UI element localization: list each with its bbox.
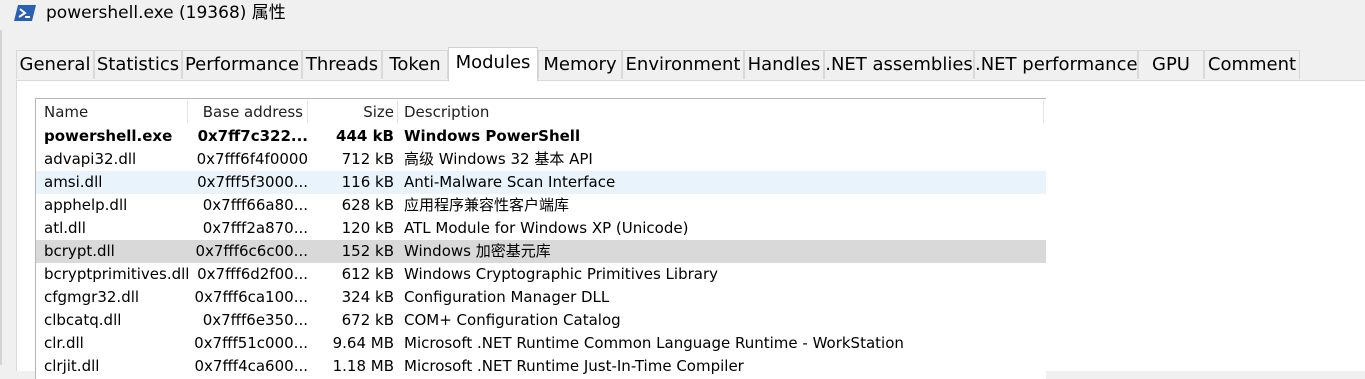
tab-strip: General Statistics Performance Threads T…	[16, 47, 1365, 81]
module-row-clbcatq-dll[interactable]: clbcatq.dll 0x7fff6e350... 672 kB COM+ C…	[36, 309, 1046, 332]
module-name: bcryptprimitives.dll	[44, 265, 190, 283]
module-row-amsi-dll[interactable]: amsi.dll 0x7fff5f3000... 116 kB Anti-Mal…	[36, 171, 1046, 194]
module-size: 1.18 MB	[332, 357, 394, 375]
tab-statistics[interactable]: Statistics	[94, 50, 182, 79]
module-base-address: 0x7fff6ca100...	[194, 288, 309, 306]
module-row-bcrypt-dll[interactable]: bcrypt.dll 0x7fff6c6c00... 152 kB Window…	[36, 240, 1046, 263]
module-description: 高级 Windows 32 基本 API	[404, 150, 593, 168]
module-base-address: 0x7fff4ca600...	[194, 357, 309, 375]
column-header-description[interactable]: Description	[404, 99, 1004, 123]
module-size: 444 kB	[336, 127, 394, 145]
tab-memory[interactable]: Memory	[538, 50, 622, 79]
module-name: clrjit.dll	[44, 357, 100, 375]
module-row-advapi32-dll[interactable]: advapi32.dll 0x7fff6f4f0000 712 kB 高级 Wi…	[36, 148, 1046, 171]
module-row-bcryptprimitives-dll[interactable]: bcryptprimitives.dll 0x7fff6d2f00... 612…	[36, 263, 1046, 286]
module-size: 152 kB	[341, 242, 394, 260]
module-name: clr.dll	[44, 334, 84, 352]
module-base-address: 0x7fff6e350...	[202, 311, 308, 329]
module-description: Windows Cryptographic Primitives Library	[404, 265, 718, 283]
module-name: powershell.exe	[44, 127, 173, 145]
column-divider[interactable]	[397, 101, 398, 123]
module-row-atl-dll[interactable]: atl.dll 0x7fff2a870... 120 kB ATL Module…	[36, 217, 1046, 240]
module-row-clr-dll[interactable]: clr.dll 0x7fff51c000... 9.64 MB Microsof…	[36, 332, 1046, 355]
tab-handles[interactable]: Handles	[744, 50, 824, 79]
module-base-address: 0x7fff5f3000...	[197, 173, 308, 191]
module-description: ATL Module for Windows XP (Unicode)	[404, 219, 689, 237]
module-row-clrjit-dll[interactable]: clrjit.dll 0x7fff4ca600... 1.18 MB Micro…	[36, 355, 1046, 378]
module-name: advapi32.dll	[44, 150, 137, 168]
module-description: COM+ Configuration Catalog	[404, 311, 621, 329]
module-row-apphelp-dll[interactable]: apphelp.dll 0x7fff66a80... 628 kB 应用程序兼容…	[36, 194, 1046, 217]
modules-list[interactable]: Name Base address Size Description power…	[35, 98, 1046, 379]
module-size: 672 kB	[341, 311, 394, 329]
module-description: 应用程序兼容性客户端库	[404, 196, 570, 214]
module-description: Configuration Manager DLL	[404, 288, 610, 306]
tab-comment[interactable]: Comment	[1204, 50, 1300, 79]
module-name: clbcatq.dll	[44, 311, 122, 329]
module-name: amsi.dll	[44, 173, 103, 191]
tab-performance[interactable]: Performance	[182, 50, 302, 79]
module-row-powershell-exe[interactable]: powershell.exe 0x7ff7c322... 444 kB Wind…	[36, 125, 1046, 148]
module-name: bcrypt.dll	[44, 242, 115, 260]
tab-net-assemblies[interactable]: .NET assemblies	[824, 50, 974, 79]
tab-general[interactable]: General	[16, 50, 94, 79]
tab-net-performance[interactable]: .NET performance	[974, 50, 1138, 79]
module-description: Microsoft .NET Runtime Common Language R…	[404, 334, 904, 352]
module-row-cfgmgr32-dll[interactable]: cfgmgr32.dll 0x7fff6ca100... 324 kB Conf…	[36, 286, 1046, 309]
module-base-address: 0x7fff2a870...	[202, 219, 308, 237]
module-size: 9.64 MB	[332, 334, 394, 352]
module-base-address: 0x7fff6c6c00...	[195, 242, 308, 260]
module-size: 628 kB	[341, 196, 394, 214]
modules-list-header: Name Base address Size Description	[36, 99, 1046, 123]
powershell-icon	[14, 5, 36, 21]
tab-token[interactable]: Token	[382, 50, 448, 79]
window-edge	[0, 30, 2, 365]
column-header-name[interactable]: Name	[44, 99, 184, 123]
module-name: cfgmgr32.dll	[44, 288, 140, 306]
tab-threads[interactable]: Threads	[302, 50, 382, 79]
tab-modules[interactable]: Modules	[448, 47, 538, 81]
module-base-address: 0x7fff51c000...	[194, 334, 308, 352]
tab-gpu[interactable]: GPU	[1138, 50, 1204, 79]
module-base-address: 0x7ff7c322...	[197, 127, 308, 145]
module-description: Windows 加密基元库	[404, 242, 551, 260]
module-description: Anti-Malware Scan Interface	[404, 173, 616, 191]
module-description: Microsoft .NET Runtime Just-In-Time Comp…	[404, 357, 744, 375]
title-bar: powershell.exe (19368) 属性	[0, 0, 1365, 30]
module-name: apphelp.dll	[44, 196, 128, 214]
module-base-address: 0x7fff66a80...	[202, 196, 308, 214]
module-size: 612 kB	[341, 265, 394, 283]
module-description: Windows PowerShell	[404, 127, 581, 145]
module-base-address: 0x7fff6d2f00...	[197, 265, 308, 283]
module-size: 116 kB	[341, 173, 394, 191]
window-title: powershell.exe (19368) 属性	[46, 3, 286, 23]
module-name: atl.dll	[44, 219, 86, 237]
column-header-size[interactable]: Size	[308, 99, 394, 123]
column-header-base-address[interactable]: Base address	[188, 99, 303, 123]
module-base-address: 0x7fff6f4f0000	[196, 150, 308, 168]
tab-environment[interactable]: Environment	[622, 50, 744, 79]
module-size: 712 kB	[341, 150, 394, 168]
module-size: 120 kB	[341, 219, 394, 237]
module-size: 324 kB	[341, 288, 394, 306]
column-divider[interactable]	[1043, 101, 1044, 123]
